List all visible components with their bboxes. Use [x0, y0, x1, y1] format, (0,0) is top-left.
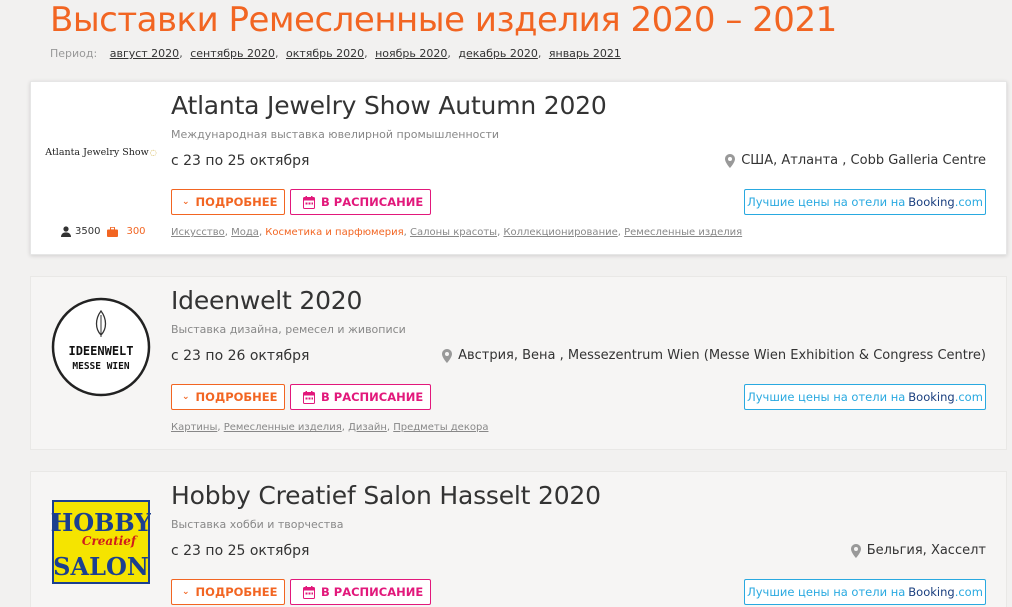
ideenwelt-logo-line1: IDEENWELT: [68, 344, 133, 358]
event-card-hobby-creatief: HOBBY Creatief SALON Hobby Creatief Salo…: [30, 471, 1007, 607]
event-title[interactable]: Hobby Creatief Salon Hasselt 2020: [171, 481, 601, 510]
map-pin-icon: [442, 348, 453, 363]
event-subtitle: Выставка хобби и творчества: [171, 518, 344, 531]
event-location: Бельгия, Хасселт: [850, 543, 986, 558]
period-link-sep-2020[interactable]: сентябрь 2020: [190, 47, 275, 60]
exhibitors-count: 300: [126, 226, 146, 237]
tag-link[interactable]: Искусство: [171, 227, 225, 238]
event-location: США, Атланта , Cobb Galleria Centre: [725, 153, 986, 168]
tag-link[interactable]: Мода: [231, 227, 259, 238]
add-to-schedule-label: В РАСПИСАНИЕ: [321, 390, 424, 404]
hotel-booking-button[interactable]: Лучшие цены на отели на Booking .com: [744, 384, 986, 410]
ideenwelt-logo-line2: MESSE WIEN: [72, 361, 129, 372]
event-location-text: Бельгия, Хасселт: [866, 543, 986, 558]
event-location: Австрия, Вена , Messezentrum Wien (Messe…: [442, 348, 986, 363]
hotel-booking-button[interactable]: Лучшие цены на отели на Booking .com: [744, 189, 986, 215]
hotel-button-prefix: Лучшие цены на отели на: [747, 585, 906, 599]
tag-link[interactable]: Дизайн: [348, 422, 387, 433]
ring-icon: ◌: [149, 147, 157, 157]
event-stats: 3500 300: [61, 226, 146, 237]
period-link-aug-2020[interactable]: август 2020: [110, 47, 179, 60]
event-tags: Картины, Ремесленные изделия, Дизайн, Пр…: [171, 422, 489, 433]
details-button-label: ПОДРОБНЕЕ: [195, 390, 278, 404]
event-card-atlanta-jewelry: Atlanta Jewelry Show ◌ Atlanta Jewelry S…: [30, 81, 1007, 255]
calendar-icon: [303, 195, 315, 209]
page-title: Выставки Ремесленные изделия 2020 – 2021: [50, 0, 837, 40]
event-dates: с 23 по 25 октября: [171, 543, 310, 559]
details-button-label: ПОДРОБНЕЕ: [195, 195, 278, 209]
event-location-text: Австрия, Вена , Messezentrum Wien (Messe…: [458, 348, 986, 363]
calendar-icon: [303, 390, 315, 404]
hobby-salon-logo: HOBBY Creatief SALON: [51, 500, 151, 584]
hotel-button-prefix: Лучшие цены на отели на: [747, 195, 906, 209]
event-title[interactable]: Ideenwelt 2020: [171, 286, 362, 315]
exhibitors-briefcase-icon: [107, 226, 119, 237]
period-label: Период:: [50, 47, 98, 60]
tag-link[interactable]: Коллекционирование: [503, 227, 617, 238]
event-logo[interactable]: HOBBY Creatief SALON: [51, 492, 151, 592]
event-subtitle: Выставка дизайна, ремесел и живописи: [171, 323, 406, 336]
event-title[interactable]: Atlanta Jewelry Show Autumn 2020: [171, 91, 607, 120]
hobby-logo-line1: HOBBY: [51, 508, 151, 537]
period-link-nov-2020[interactable]: ноябрь 2020: [375, 47, 447, 60]
event-logo[interactable]: IDEENWELT MESSE WIEN: [51, 297, 151, 397]
ideenwelt-logo: IDEENWELT MESSE WIEN: [51, 297, 151, 397]
booking-tld: .com: [954, 390, 983, 404]
chevron-down-icon: ⌄: [182, 587, 190, 597]
map-pin-icon: [725, 153, 736, 168]
add-to-schedule-button[interactable]: В РАСПИСАНИЕ: [290, 579, 431, 605]
tag-link[interactable]: Картины: [171, 422, 217, 433]
booking-tld: .com: [954, 195, 983, 209]
add-to-schedule-label: В РАСПИСАНИЕ: [321, 195, 424, 209]
event-location-text: США, Атланта , Cobb Galleria Centre: [741, 153, 986, 168]
details-button[interactable]: ⌄ ПОДРОБНЕЕ: [171, 579, 285, 605]
chevron-down-icon: ⌄: [182, 197, 190, 207]
visitors-icon: [61, 226, 71, 237]
add-to-schedule-button[interactable]: В РАСПИСАНИЕ: [290, 189, 431, 215]
event-logo-text: Atlanta Jewelry Show: [45, 146, 149, 158]
map-pin-icon: [850, 543, 861, 558]
hotel-booking-button[interactable]: Лучшие цены на отели на Booking .com: [744, 579, 986, 605]
details-button[interactable]: ⌄ ПОДРОБНЕЕ: [171, 384, 285, 410]
tag-link[interactable]: Ремесленные изделия: [224, 422, 342, 433]
event-dates: с 23 по 25 октября: [171, 153, 310, 169]
tag-link[interactable]: Предметы декора: [393, 422, 488, 433]
add-to-schedule-label: В РАСПИСАНИЕ: [321, 585, 424, 599]
event-subtitle: Международная выставка ювелирной промышл…: [171, 128, 500, 141]
booking-brand: Booking: [908, 195, 955, 209]
details-button[interactable]: ⌄ ПОДРОБНЕЕ: [171, 189, 285, 215]
hobby-logo-line2: Creatief: [82, 534, 138, 548]
tag-link-active[interactable]: Косметика и парфюмерия: [265, 227, 403, 238]
booking-tld: .com: [954, 585, 983, 599]
event-logo[interactable]: Atlanta Jewelry Show ◌: [45, 102, 156, 202]
calendar-icon: [303, 585, 315, 599]
period-link-dec-2020[interactable]: декабрь 2020: [458, 47, 538, 60]
booking-brand: Booking: [908, 585, 955, 599]
booking-brand: Booking: [908, 390, 955, 404]
hobby-logo-line3: SALON: [53, 552, 149, 581]
tag-link[interactable]: Салоны красоты: [410, 227, 497, 238]
period-link-oct-2020[interactable]: октябрь 2020: [286, 47, 364, 60]
tag-link[interactable]: Ремесленные изделия: [624, 227, 742, 238]
add-to-schedule-button[interactable]: В РАСПИСАНИЕ: [290, 384, 431, 410]
period-link-jan-2021[interactable]: январь 2021: [549, 47, 621, 60]
event-tags: Искусство, Мода, Косметика и парфюмерия,…: [171, 227, 743, 238]
period-filter: Период: август 2020, сентябрь 2020, октя…: [50, 47, 621, 60]
event-card-ideenwelt: IDEENWELT MESSE WIEN Ideenwelt 2020 Выст…: [30, 276, 1007, 450]
visitors-count: 3500: [75, 226, 101, 237]
details-button-label: ПОДРОБНЕЕ: [195, 585, 278, 599]
chevron-down-icon: ⌄: [182, 392, 190, 402]
hotel-button-prefix: Лучшие цены на отели на: [747, 390, 906, 404]
event-dates: с 23 по 26 октября: [171, 348, 310, 364]
